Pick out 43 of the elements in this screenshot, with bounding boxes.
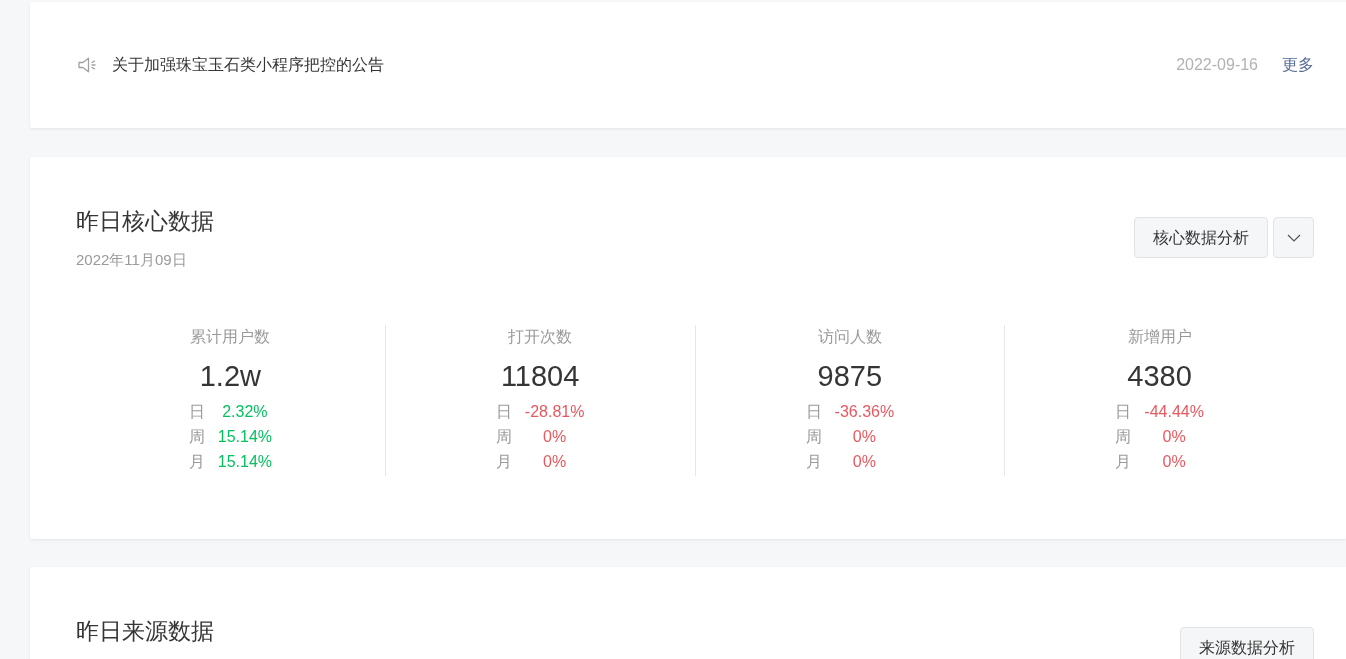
analysis-button[interactable]: 核心数据分析	[1134, 217, 1268, 258]
change-percent: 0%	[1161, 452, 1187, 472]
notice-date: 2022-09-16	[1176, 55, 1258, 75]
change-percent: -44.44%	[1144, 402, 1204, 422]
period-label: 日	[1115, 402, 1132, 422]
period-label: 月	[805, 452, 822, 472]
change-percent: 15.14%	[217, 427, 272, 447]
period-label: 月	[495, 452, 512, 472]
period-label: 周	[495, 427, 512, 447]
period-label: 月	[188, 452, 205, 472]
period-label: 日	[188, 402, 205, 422]
metric-value: 4380	[1127, 359, 1192, 394]
change-percent: 2.32%	[221, 402, 269, 422]
change-percent: 15.14%	[217, 452, 272, 472]
more-link[interactable]: 更多	[1282, 53, 1314, 77]
metric-value: 1.2w	[199, 359, 261, 394]
section-date: 2022年11月09日	[76, 250, 188, 270]
period-label: 日	[495, 402, 512, 422]
period-label: 周	[805, 427, 822, 447]
change-percent: 0%	[542, 452, 568, 472]
section-title: 昨日核心数据	[76, 207, 214, 236]
dropdown-button[interactable]	[1273, 217, 1314, 258]
change-percent: -36.36%	[834, 402, 895, 422]
chevron-down-icon	[1286, 233, 1301, 242]
change-percent: 0%	[542, 427, 568, 447]
metric-label: 新增用户	[1127, 327, 1192, 347]
change-percent: 0%	[1161, 427, 1187, 447]
change-percent: -28.81%	[524, 402, 585, 422]
period-label: 日	[805, 402, 822, 422]
metric-label: 累计用户数	[190, 327, 271, 347]
change-percent: 0%	[851, 452, 877, 472]
period-label: 周	[1115, 427, 1132, 447]
metric-value: 11804	[500, 359, 580, 394]
change-percent: 0%	[851, 427, 877, 447]
period-label: 周	[188, 427, 205, 447]
notice-title[interactable]: 关于加强珠宝玉石类小程序把控的公告	[112, 53, 384, 77]
period-label: 月	[1115, 452, 1132, 472]
metric-label: 打开次数	[508, 327, 573, 347]
section-title: 昨日来源数据	[76, 617, 214, 646]
speaker-icon	[78, 57, 98, 73]
metric-label: 访问人数	[817, 327, 882, 347]
metric-value: 9875	[817, 359, 883, 394]
analysis-button[interactable]: 来源数据分析	[1180, 627, 1314, 659]
